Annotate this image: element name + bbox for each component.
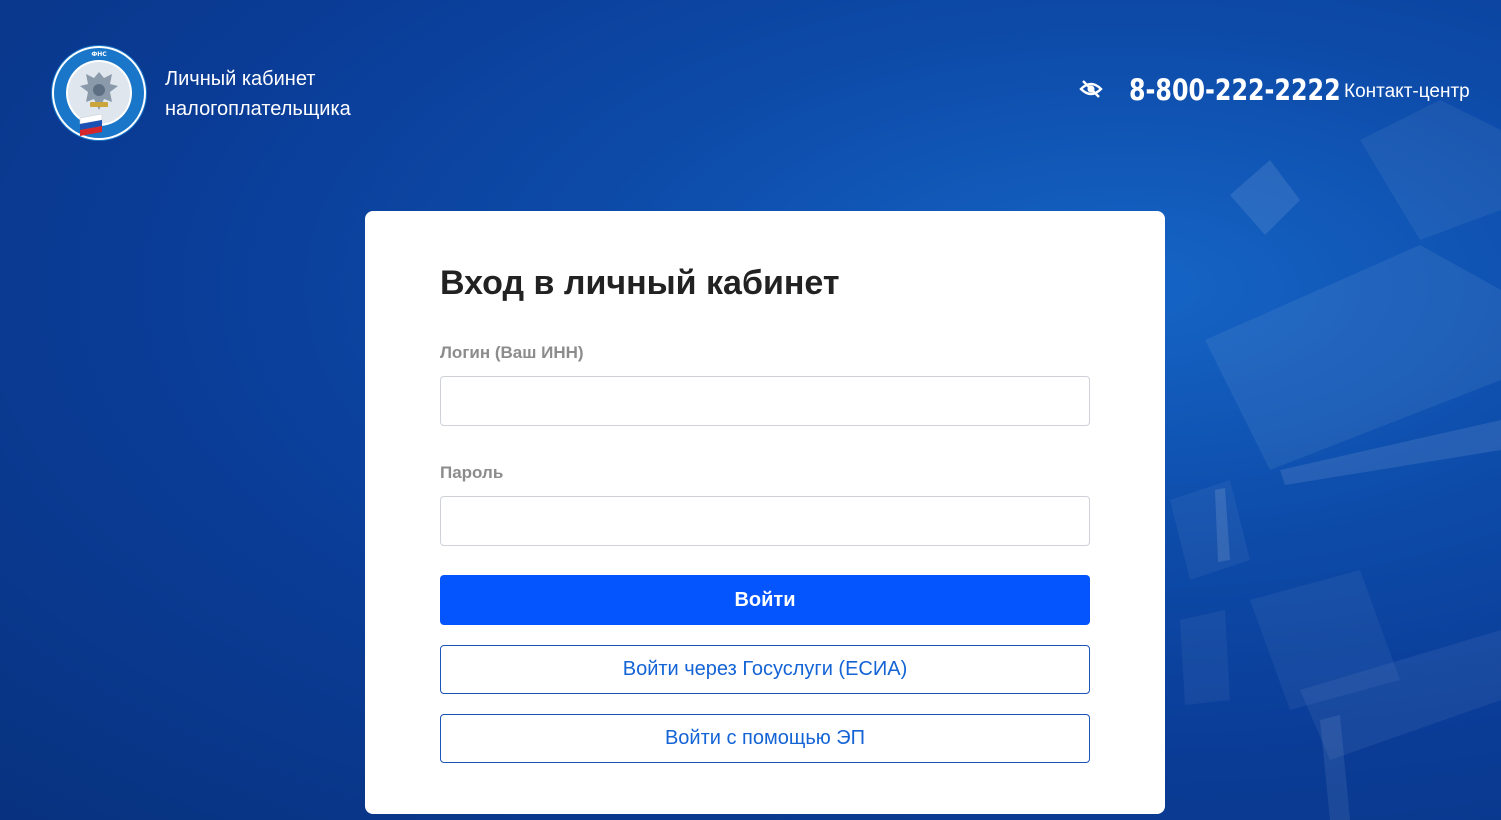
login-submit-button[interactable]: Войти	[440, 575, 1090, 625]
svg-text:ФНС: ФНС	[91, 51, 107, 58]
login-card: Вход в личный кабинет Логин (Ваш ИНН) Па…	[365, 211, 1165, 814]
password-label: Пароль	[440, 463, 504, 482]
brand-title-line1: Личный кабинет	[165, 68, 316, 90]
gosuslugi-login-button[interactable]: Войти через Госуслуги (ЕСИА)	[440, 645, 1090, 694]
login-input[interactable]	[440, 376, 1090, 426]
site-header: ФНС Личный кабинет налогоплательщика 8-8…	[0, 0, 1501, 160]
brand-title: Личный кабинет налогоплательщика	[165, 64, 425, 124]
ep-login-button[interactable]: Войти с помощью ЭП	[440, 714, 1090, 763]
eye-slash-icon[interactable]	[1078, 78, 1104, 100]
brand-title-line2: налогоплательщика	[165, 98, 351, 120]
login-title: Вход в личный кабинет	[440, 264, 840, 302]
fns-emblem-logo[interactable]: ФНС	[50, 44, 148, 142]
password-input[interactable]	[440, 496, 1090, 546]
contact-center-link[interactable]: Контакт-центр	[1344, 80, 1470, 104]
phone-number[interactable]: 8-800-222-2222	[1129, 70, 1341, 110]
login-label: Логин (Ваш ИНН)	[440, 343, 584, 362]
